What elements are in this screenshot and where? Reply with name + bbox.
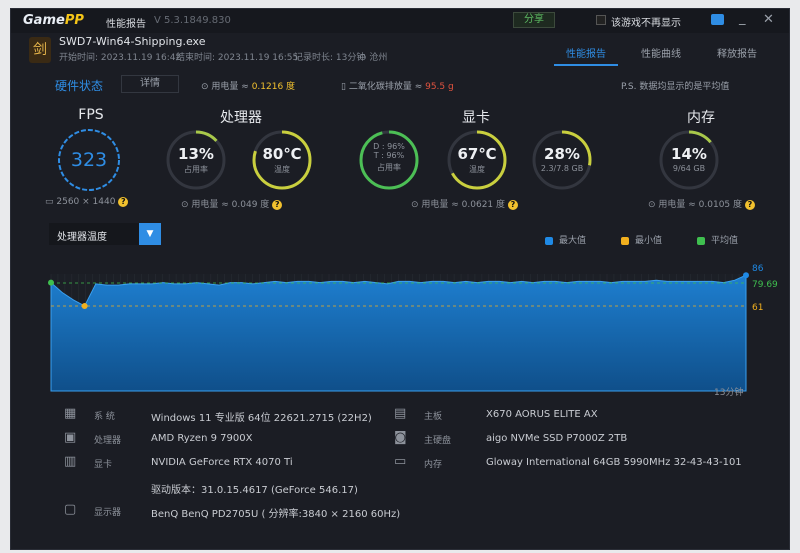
metric-select-value: 处理器温度: [57, 232, 107, 243]
avg-label: 79.69: [752, 280, 778, 290]
active-tab-indicator: [554, 64, 618, 66]
legend-min: 最小值: [621, 233, 662, 246]
spec-label: 显卡: [94, 460, 113, 470]
spec-value: 驱动版本：31.0.15.4617 (GeForce 546.17): [151, 485, 358, 496]
spec-value: Windows 11 专业版 64位 22621.2715 (22H2): [151, 413, 372, 424]
spec-value: NVIDIA GeForce RTX 4070 Ti: [151, 457, 293, 468]
cpu-title: 处理器: [220, 110, 262, 126]
gpu-vram-value: 28%: [544, 145, 580, 163]
spec-value: AMD Ryzen 9 7900X: [151, 433, 253, 444]
spec-label: 处理器: [94, 436, 122, 446]
gpu-temp-label: 温度: [469, 165, 485, 174]
memory-value: 14%: [671, 145, 707, 163]
spec-value: X670 AORUS ELITE AX: [486, 409, 598, 420]
tab-performance-curve[interactable]: 性能曲线: [641, 45, 681, 60]
max-marker: [743, 272, 749, 279]
spec-label: 主硬盘: [424, 436, 452, 446]
close-icon[interactable]: ✕: [763, 12, 774, 27]
cpu-icon: ▣: [64, 430, 77, 445]
temperature-area-series: [50, 274, 747, 392]
gamepp-logo: GamePP: [23, 13, 84, 28]
gpu-usage-gauge: [359, 130, 419, 190]
spec-label: 显示器: [94, 508, 122, 518]
cpu-usage-label: 占用率: [184, 165, 208, 174]
x-axis-label: 13分钟: [714, 388, 744, 398]
gpu-title: 显卡: [462, 110, 490, 126]
legend-avg: 平均值: [697, 233, 738, 246]
spec-value: Gloway International 64GB 5990MHz 32-43-…: [486, 457, 742, 468]
gpu-vram-label: 2.3/7.8 GB: [540, 164, 584, 173]
gpu-temp-value: 67℃: [457, 145, 497, 163]
hardware-status-title: 硬件状态: [55, 79, 104, 93]
spec-value: BenQ BenQ PD2705U ( 分辨率:3840 × 2160 60Hz…: [151, 509, 401, 520]
dont-show-checkbox[interactable]: [596, 15, 606, 25]
spec-label: 系 统: [94, 412, 115, 422]
gpu-power: ⊙ 用电量 ≈ 0.0621 度 ?: [411, 197, 518, 210]
cpu-temp-label: 温度: [274, 165, 290, 174]
gpu-usage-label: 占用率: [377, 163, 401, 172]
dont-show-label: 该游戏不再显示: [611, 18, 681, 29]
camera-icon[interactable]: [711, 14, 724, 25]
max-label: 86: [752, 264, 764, 274]
resolution: ▭ 2560 × 1440 ?: [45, 197, 129, 207]
average-note: P.S. 数据均显示的是平均值: [621, 82, 730, 92]
co2-emission: ▯ 二氧化碳排放量 ≈ 95.5 g: [341, 82, 454, 92]
version: V 5.3.1849.830: [154, 15, 231, 26]
monitor-icon: ▢: [64, 502, 77, 517]
cpu-temp-value: 80℃: [262, 145, 302, 163]
gpu-usage-label: T : 96%: [373, 151, 405, 160]
help-icon[interactable]: ?: [744, 200, 755, 210]
disk-icon: ◙: [394, 430, 407, 445]
window-title: 性能报告: [106, 19, 146, 30]
spec-label: 内存: [424, 460, 443, 470]
motherboard-icon: ▤: [394, 406, 407, 421]
fps-title: FPS: [78, 107, 104, 123]
memory-icon: ▭: [394, 454, 407, 469]
metric-select[interactable]: 处理器温度 ▼: [49, 223, 161, 245]
total-power: ⊙ 用电量 ≈ 0.1216 度: [201, 82, 296, 92]
start-time: 开始时间: 2023.11.19 16:42: [59, 53, 182, 63]
tab-performance-report[interactable]: 性能报告: [566, 45, 606, 60]
min-marker: [81, 303, 88, 310]
memory-power: ⊙ 用电量 ≈ 0.0105 度 ?: [648, 197, 755, 210]
cpu-power: ⊙ 用电量 ≈ 0.049 度 ?: [181, 197, 283, 210]
memory-title: 内存: [687, 110, 715, 126]
help-icon[interactable]: ?: [272, 200, 283, 210]
system-icon: ▦: [64, 406, 77, 421]
temperature-chart: 86 79.69 61: [48, 264, 778, 392]
game-icon: 剑: [29, 37, 51, 63]
gpu-icon: ▥: [64, 454, 77, 469]
end-time: 结束时间: 2023.11.19 16:55: [176, 53, 299, 63]
legend-max: 最大值: [545, 233, 586, 246]
title-bar: GamePP 性能报告 V 5.3.1849.830 分享 该游戏不再显示 _ …: [11, 9, 789, 33]
share-button[interactable]: 分享: [513, 12, 555, 28]
gpu-usage-gauge-fill: [359, 130, 419, 190]
avg-marker: [48, 279, 54, 286]
spec-label: 主板: [424, 412, 443, 422]
memory-label: 9/64 GB: [672, 164, 706, 173]
fps-value: 323: [70, 149, 108, 171]
cpu-usage-value: 13%: [178, 145, 214, 163]
minimize-icon[interactable]: _: [739, 11, 746, 26]
help-icon[interactable]: ?: [507, 200, 518, 210]
min-label: 61: [752, 303, 763, 313]
spec-value: aigo NVMe SSD P7000Z 2TB: [486, 433, 628, 444]
tab-release-report[interactable]: 释放报告: [717, 45, 757, 60]
duration: 记录时长: 13分钟: [294, 53, 366, 63]
chevron-down-icon[interactable]: ▼: [139, 223, 161, 245]
location: ⊙ 沧州: [359, 53, 388, 63]
report-window: GamePP 性能报告 V 5.3.1849.830 分享 该游戏不再显示 _ …: [10, 8, 790, 550]
location-pin-icon: ⊙: [359, 53, 370, 63]
detail-button[interactable]: 详情: [121, 75, 179, 93]
gpu-usage-label: D : 96%: [373, 142, 405, 151]
help-icon[interactable]: ?: [118, 197, 129, 207]
exe-name: SWD7-Win64-Shipping.exe: [59, 35, 206, 48]
